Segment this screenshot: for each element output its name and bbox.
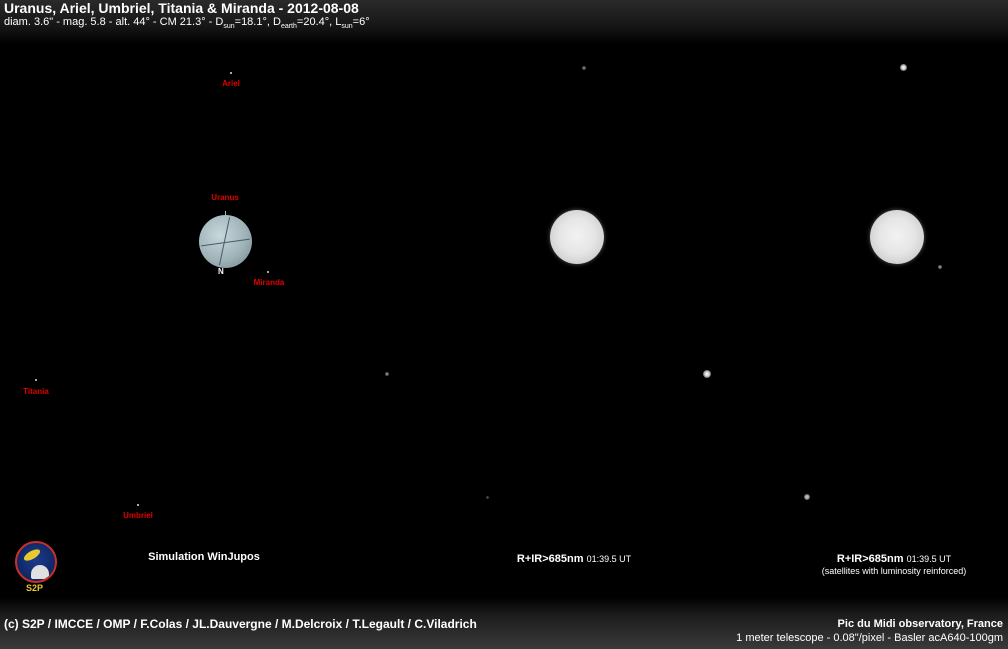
titania-marker (35, 379, 37, 381)
north-pole-label: N (218, 267, 224, 276)
image-2-caption: R+IR>685nm 01:39.5 UT (836, 553, 952, 565)
satellite-spot (385, 372, 389, 376)
image-2-time: 01:39.5 UT (906, 554, 952, 564)
miranda-label: Miranda (253, 278, 285, 287)
umbriel-label: Umbriel (123, 511, 153, 520)
uranus-simulated-globe (199, 215, 252, 268)
miranda-marker (267, 271, 269, 273)
satellite-spot (900, 64, 907, 71)
satellite-spot (486, 496, 489, 499)
dome-icon (31, 565, 49, 579)
titania-label: Titania (23, 387, 49, 396)
page-title: Uranus, Ariel, Umbriel, Titania & Mirand… (4, 0, 359, 16)
observatory-name: Pic du Midi observatory, France (837, 618, 1003, 630)
credits: (c) S2P / IMCCE / OMP / F.Colas / JL.Dau… (4, 617, 477, 631)
uranus-image-1 (550, 210, 604, 264)
uranus-label: Uranus (211, 193, 239, 202)
satellite-spot (938, 265, 942, 269)
umbriel-marker (137, 504, 139, 506)
satellite-spot (703, 370, 711, 378)
observation-parameters: diam. 3.6" - mag. 5.8 - alt. 44° - CM 21… (4, 16, 370, 31)
ariel-marker (230, 72, 232, 74)
logo-text: S2P (26, 583, 44, 593)
s2p-observatory-logo (15, 541, 57, 583)
uranus-image-2 (870, 210, 924, 264)
satellite-spot (582, 66, 586, 70)
telescope-info: 1 meter telescope - 0.08"/pixel - Basler… (736, 632, 1003, 644)
image-1-time: 01:39.5 UT (586, 554, 632, 564)
image-2-note: (satellites with luminosity reinforced) (821, 566, 967, 576)
ariel-label: Ariel (222, 79, 240, 88)
simulation-caption: Simulation WinJupos (148, 551, 260, 563)
image-1-caption: R+IR>685nm 01:39.5 UT (516, 553, 632, 565)
satellite-spot (804, 494, 810, 500)
comet-icon (22, 547, 42, 563)
